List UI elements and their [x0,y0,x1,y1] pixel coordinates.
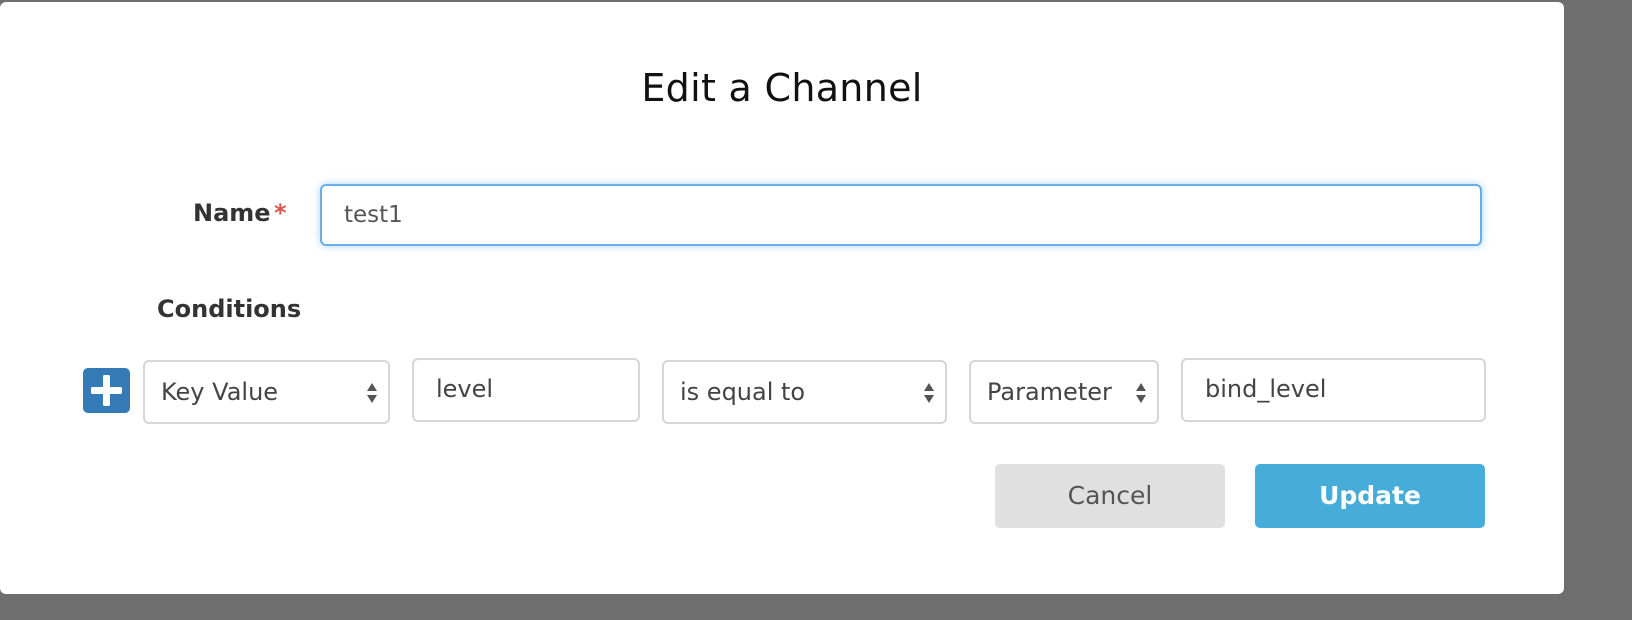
condition-type-value: Key Value [161,378,279,406]
name-input[interactable] [320,184,1482,246]
add-condition-button[interactable] [83,368,130,413]
condition-value-type-value: Parameter [987,378,1112,406]
dialog-title: Edit a Channel [641,66,923,110]
condition-value-type-select[interactable]: Parameter [969,360,1159,424]
condition-key-input[interactable]: level [412,358,640,422]
conditions-label: Conditions [157,295,302,323]
condition-value-input[interactable]: bind_level [1181,358,1486,422]
update-button[interactable]: Update [1255,464,1485,528]
select-arrows-icon [924,383,934,403]
select-arrows-icon [1136,383,1146,403]
edit-channel-dialog: Edit a Channel Name * Conditions Key Val… [0,2,1564,594]
plus-icon [91,375,122,406]
cancel-button[interactable]: Cancel [995,464,1225,528]
condition-operator-select[interactable]: is equal to [662,360,947,424]
condition-type-select[interactable]: Key Value [143,360,390,424]
condition-value-value: bind_level [1205,375,1327,403]
condition-key-value: level [436,375,494,403]
name-label: Name [193,199,271,227]
condition-operator-value: is equal to [680,378,806,406]
select-arrows-icon [367,383,377,403]
required-marker: * [274,199,287,227]
